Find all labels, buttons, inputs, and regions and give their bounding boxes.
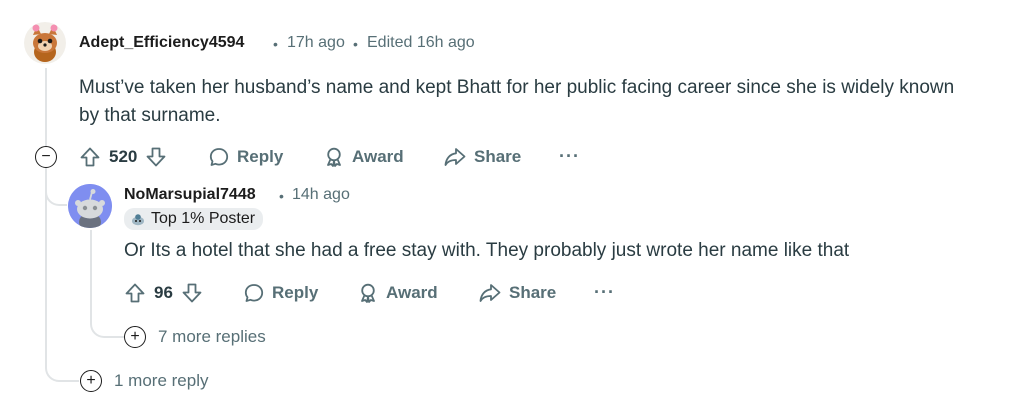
collapse-thread-button[interactable]: −	[35, 146, 57, 168]
vote-count: 96	[154, 283, 173, 302]
share-button[interactable]: Share	[478, 280, 556, 306]
comment-edited-timestamp: Edited 16h ago	[367, 34, 475, 51]
minus-icon: −	[41, 148, 51, 165]
share-icon	[479, 284, 501, 302]
user-flair-badge: Top 1% Poster	[124, 208, 264, 230]
award-icon	[361, 283, 375, 303]
share-label: Share	[509, 283, 557, 302]
comment-body: Or Its a hotel that she had a free stay …	[124, 240, 850, 261]
snoo-avatar-icon	[68, 184, 112, 228]
more-reply-link[interactable]: 1 more reply	[114, 371, 208, 391]
comment-timestamp[interactable]: 17h ago	[287, 34, 345, 52]
award-label: Award	[352, 147, 404, 166]
award-button[interactable]: Award	[357, 280, 438, 306]
downvote-icon[interactable]	[145, 146, 167, 168]
reply-label: Reply	[272, 283, 319, 302]
plus-icon: +	[86, 372, 96, 389]
reply-button[interactable]: Reply	[243, 280, 318, 306]
award-label: Award	[386, 283, 438, 302]
award-icon	[327, 147, 341, 167]
share-icon	[444, 148, 466, 166]
award-button[interactable]: Award	[323, 144, 404, 170]
flair-label: Top 1% Poster	[151, 210, 256, 227]
upvote-icon[interactable]	[124, 282, 146, 304]
separator-dot: •	[279, 188, 284, 204]
expand-replies-button[interactable]: +	[124, 326, 146, 348]
more-replies-link[interactable]: 7 more replies	[158, 327, 266, 347]
plus-icon: +	[130, 328, 140, 345]
thread-curve-child	[45, 168, 67, 206]
comment-author[interactable]: Adept_Efficiency4594	[79, 34, 244, 52]
thread-curve-more-reply	[45, 340, 79, 382]
comment-timestamp[interactable]: 14h ago	[292, 186, 350, 204]
thread-line-main	[45, 68, 47, 146]
share-button[interactable]: Share	[443, 144, 521, 170]
comment-body-line2: by that surname.	[79, 105, 221, 126]
comment-author[interactable]: NoMarsupial7448	[124, 186, 256, 204]
upvote-icon[interactable]	[79, 146, 101, 168]
comment-bubble-icon	[209, 148, 229, 166]
more-options-button[interactable]: ···	[594, 282, 615, 303]
flair-icon	[132, 214, 144, 226]
avatar[interactable]	[24, 22, 66, 64]
comment-body-line1: Must’ve taken her husband’s name and kep…	[79, 77, 955, 98]
vote-controls: 96	[124, 280, 203, 306]
share-label: Share	[474, 147, 522, 166]
avatar[interactable]	[68, 184, 112, 228]
snoo-avatar-icon	[24, 22, 66, 64]
vote-controls: 520	[79, 144, 167, 170]
separator-dot: •	[273, 36, 278, 52]
expand-reply-button[interactable]: +	[80, 370, 102, 392]
reply-button[interactable]: Reply	[208, 144, 283, 170]
vote-count: 520	[109, 147, 138, 166]
thread-line-child	[90, 230, 92, 300]
separator-dot: •	[353, 36, 358, 52]
comment-bubble-icon	[244, 284, 264, 302]
reply-label: Reply	[237, 147, 284, 166]
more-options-button[interactable]: ···	[559, 146, 580, 167]
thread-curve-more-replies	[90, 300, 124, 338]
downvote-icon[interactable]	[181, 282, 203, 304]
